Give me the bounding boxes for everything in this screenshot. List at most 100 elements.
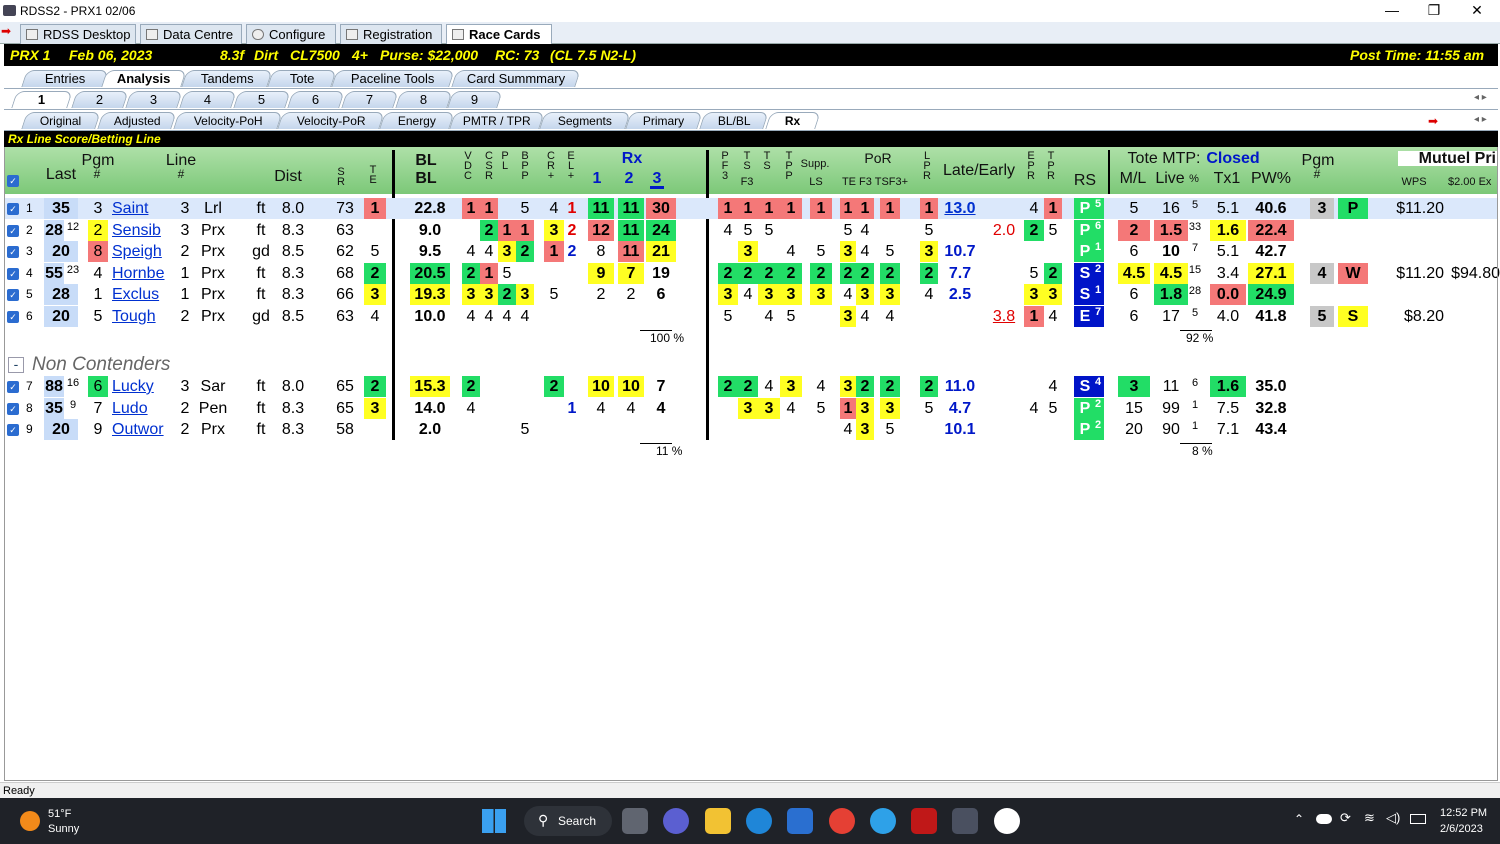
race-tab-8[interactable]: 8 [395,91,453,108]
wifi-icon[interactable]: ≋ [1364,810,1375,826]
tab-velocity-poh[interactable]: Velocity-PoH [173,112,283,129]
search-button[interactable]: ⚲ Search [524,806,612,836]
volume-icon[interactable]: ◁) [1386,810,1400,826]
clock-time[interactable]: 12:52 PM [1440,807,1487,819]
tab-registration[interactable]: Registration [340,24,442,44]
store-icon[interactable] [787,808,813,834]
race-tab-3[interactable]: 3 [125,91,183,108]
hdr-last: Last [45,166,77,183]
horse-row[interactable]: ✓ 5 28 1 Exclus 1 Prx ft 8.3 66 3 19.3 3 3 2 3 5 2 2 6 3 4 3 3 3… [4,284,1498,305]
cell-pw: 24.9 [1248,284,1294,305]
clock-date[interactable]: 2/6/2023 [1440,823,1483,835]
tab-data-centre[interactable]: Data Centre [140,24,242,44]
post-time: Post Time: 11:55 am [1350,47,1485,63]
cell-pw: 41.8 [1255,308,1287,325]
row-checkbox[interactable]: ✓ [7,403,19,415]
tab-segments[interactable]: Segments [539,112,631,129]
tab-rdss-desktop[interactable]: RDSS Desktop [20,24,136,44]
maximize-button[interactable]: ❐ [1412,0,1456,22]
row-checkbox[interactable]: ✓ [7,225,19,237]
cell-rs-num: 1 [1092,241,1104,262]
cell-dist: 8.5 [281,308,305,325]
tray-chevron-icon[interactable]: ⌃ [1294,812,1304,826]
select-all-checkbox[interactable]: ✓ [7,175,19,187]
cell-name[interactable]: Speigh [112,241,168,262]
tab-tote[interactable]: Tote [267,70,337,87]
start-icon[interactable] [482,809,506,833]
race-tab-2[interactable]: 2 [71,91,129,108]
cell-name[interactable]: Lucky [112,376,168,397]
collapse-button[interactable]: - [8,357,24,373]
close-button[interactable]: ✕ [1455,0,1499,22]
horse-row[interactable]: ✓ 4 55 23 4 Hornbe 1 Prx ft 8.3 68 2 20.5 2 1 5 9 7 19 2 2 2 2… [4,263,1500,284]
back-arrow-icon[interactable]: ➡ [1,24,11,38]
tab-adjusted[interactable]: Adjusted [97,112,177,129]
export-icon[interactable]: ➡ [1428,114,1438,128]
minimize-button[interactable]: — [1370,0,1414,22]
tab-configure[interactable]: Configure [246,24,336,44]
edge-icon[interactable] [746,808,772,834]
tab-tandems[interactable]: Tandems [181,70,273,87]
cell-name[interactable]: Ludo [112,398,168,419]
chrome-icon[interactable] [829,808,855,834]
horse-row[interactable]: ✓ 1 35 3 Saint 3 Lrl ft 8.0 73 1 22.8 1 1 5 4 1 11 11 30 1 1 1… [4,198,1498,219]
tab-paceline-tools[interactable]: Paceline Tools [331,70,455,87]
cell-dist: 8.0 [281,378,305,395]
row-checkbox[interactable]: ✓ [7,203,19,215]
row-checkbox[interactable]: ✓ [7,424,19,436]
tab-rx[interactable]: Rx [765,112,821,129]
tab-original[interactable]: Original [21,112,101,129]
help-icon[interactable] [870,808,896,834]
tab-primary[interactable]: Primary [625,112,703,129]
sync-icon[interactable]: ⟳ [1340,810,1351,826]
row-checkbox[interactable]: ✓ [7,246,19,258]
scroll-arrows-icon[interactable]: ◂ ▸ [1474,92,1487,103]
cell-name[interactable]: Saint [112,198,168,219]
tab-pmtr-tpr[interactable]: PMTR / TPR [449,112,545,129]
tab-velocity-por[interactable]: Velocity-PoR [277,112,385,129]
cell-pos [1338,220,1368,241]
race-tab-5[interactable]: 5 [233,91,291,108]
tab-card-summmary[interactable]: Card Summmary [451,70,581,87]
horse-row[interactable]: ✓ 9 20 9 Outwor 2 Prx ft 8.3 58 2.0 5 4 3 5 10.1 P 2 20 90 1… [4,419,1498,440]
mcafee-icon[interactable] [911,808,937,834]
tab-bl-bl[interactable]: BL/BL [699,112,769,129]
row-checkbox[interactable]: ✓ [7,289,19,301]
horse-row[interactable]: ✓ 8 35 9 7 Ludo 2 Pen ft 8.3 65 3 14.0 4 1 4 4 4 3 3 4 5 1 3 3 5 4… [4,398,1498,419]
tab-analysis[interactable]: Analysis [101,70,187,87]
race-cl: (CL 7.5 N2-L) [550,47,637,63]
tab-entries[interactable]: Entries [21,70,109,87]
file-explorer-icon[interactable] [705,808,731,834]
weather-icon[interactable] [20,811,40,831]
cell-line: 2 [180,308,190,325]
tab-race-cards[interactable]: Race Cards [446,24,552,44]
cell-name[interactable]: Hornbe [112,263,168,284]
row-checkbox[interactable]: ✓ [7,268,19,280]
race-tab-1[interactable]: 1 [11,91,73,108]
race-tab-6[interactable]: 6 [287,91,345,108]
row-checkbox[interactable]: ✓ [7,381,19,393]
hdr-por: PoR [864,150,892,166]
rdss-app-icon[interactable] [952,808,978,834]
horse-row[interactable]: ✓ 2 28 12 2 Sensib 3 Prx ft 8.3 63 9.0 2 1 1 3 2 12 11 24 4 5… [4,220,1498,241]
race-tab-9[interactable]: 9 [447,91,503,108]
battery-icon[interactable] [1410,814,1426,824]
cell-pc: 1 [1191,420,1199,432]
horse-row[interactable]: ✓ 6 20 5 Tough 2 Prx gd 8.5 63 4 10.0 4 4 4 4 5 4 5 3 4 4 3.8 1… [4,306,1498,327]
task-view-icon[interactable] [622,808,648,834]
race-tab-7[interactable]: 7 [341,91,399,108]
cell-name[interactable]: Tough [112,306,168,327]
cell-name[interactable]: Sensib [112,220,168,241]
openai-icon[interactable] [994,808,1020,834]
tab-energy[interactable]: Energy [379,112,455,129]
onedrive-icon[interactable] [1316,814,1332,824]
cell-name[interactable]: Exclus [112,284,168,305]
cell-pgm: 1 [93,286,103,303]
chat-icon[interactable] [663,808,689,834]
row-checkbox[interactable]: ✓ [7,311,19,323]
scroll-arrows-icon[interactable]: ◂ ▸ [1474,114,1487,125]
race-tab-4[interactable]: 4 [179,91,237,108]
horse-row[interactable]: ✓ 7 88 16 6 Lucky 3 Sar ft 8.0 65 2 15.3 2 2 10 10 7 2 2 4 3 4… [4,376,1498,397]
horse-row[interactable]: ✓ 3 20 8 Speigh 2 Prx gd 8.5 62 5 9.5 4 4 3 2 1 2 8 11 21 3 4 5… [4,241,1498,262]
cell-name[interactable]: Outwor [112,419,168,440]
